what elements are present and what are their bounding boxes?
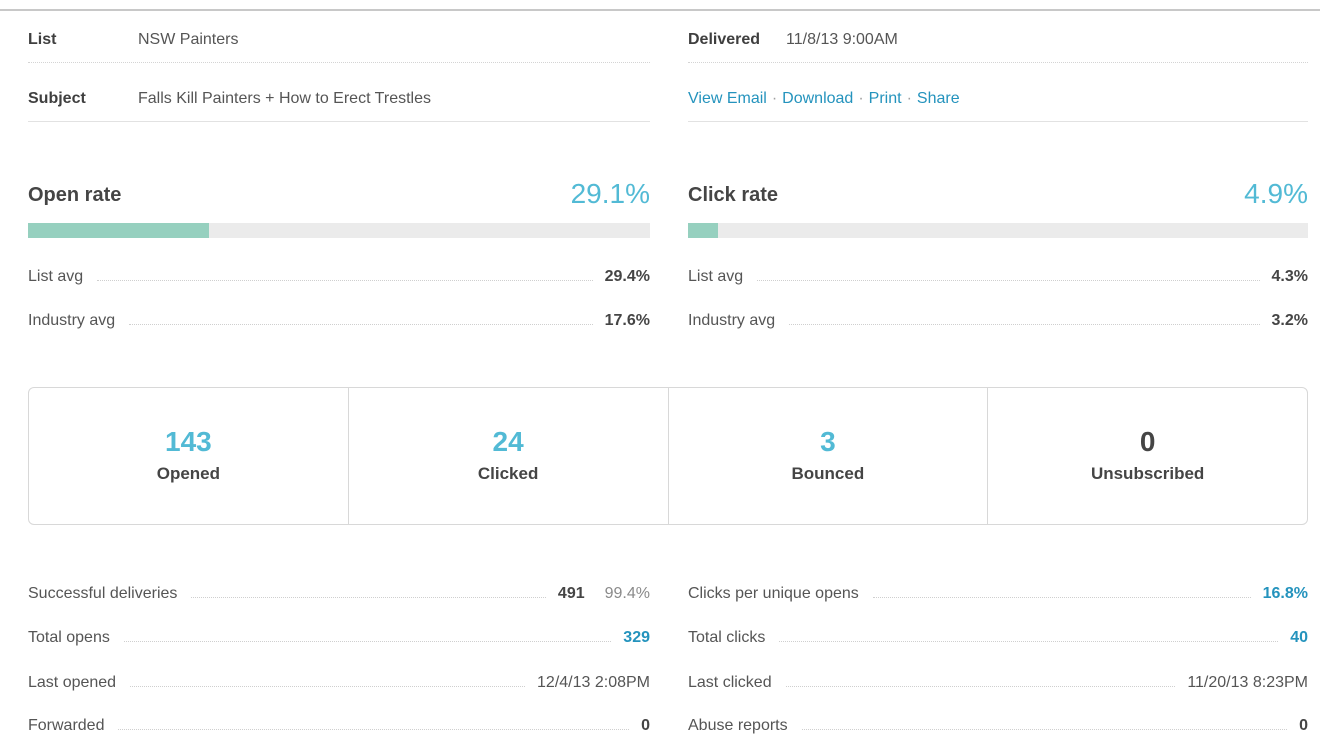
successful-deliveries-row: Successful deliveries 491 99.4% [28,584,650,604]
last-opened-label: Last opened [28,674,117,691]
leader-dots [118,728,630,730]
total-opens-row: Total opens 329 [28,628,650,648]
click-industry-avg-value: 3.2% [1271,312,1308,329]
leader-dots [757,279,1260,281]
leader-dots [123,640,612,642]
share-link[interactable]: Share [917,90,960,108]
open-list-avg-value: 29.4% [604,268,650,285]
click-industry-avg-row: Industry avg 3.2% [688,311,1308,331]
open-rate-title: Open rate [28,184,122,206]
open-industry-avg-row: Industry avg 17.6% [28,311,650,331]
click-rate-bar [688,223,1308,238]
open-rate-value: 29.1% [570,178,650,209]
open-rate-bar [28,223,650,238]
last-opened-row: Last opened 12/4/13 2:08PM [28,673,650,693]
subject-row: Subject Falls Kill Painters + How to Ere… [28,77,650,122]
opened-stat[interactable]: 143 Opened [29,388,348,524]
summary-stats-panel: 143 Opened 24 Clicked 3 Bounced 0 Unsubs… [28,387,1308,525]
leader-dots [130,685,526,687]
link-separator: · [858,90,864,107]
delivered-value: 11/8/13 9:00AM [786,31,898,48]
leader-dots [789,323,1260,325]
link-separator: · [906,90,912,107]
click-list-avg-row: List avg 4.3% [688,267,1308,287]
open-industry-avg-label: Industry avg [28,312,116,329]
last-clicked-label: Last clicked [688,674,772,691]
abuse-reports-label: Abuse reports [688,717,788,734]
view-email-link[interactable]: View Email [688,90,767,108]
forwarded-value: 0 [641,717,650,734]
abuse-reports-row: Abuse reports 0 [688,716,1308,736]
total-clicks-row: Total clicks 40 [688,628,1308,648]
print-link[interactable]: Print [869,90,902,108]
subject-value: Falls Kill Painters + How to Erect Trest… [138,90,431,107]
forwarded-row: Forwarded 0 [28,716,650,736]
list-value: NSW Painters [138,31,239,48]
clicked-count: 24 [492,426,524,457]
opened-label: Opened [156,464,221,483]
click-industry-avg-label: Industry avg [688,312,776,329]
bounced-count: 3 [820,426,836,457]
successful-deliveries-percent: 99.4% [604,585,650,602]
link-separator: · [771,90,778,107]
last-opened-value: 12/4/13 2:08PM [537,674,650,691]
bounced-label: Bounced [791,464,865,483]
click-list-avg-label: List avg [688,268,744,285]
email-actions-row: View Email · Download · Print · Share [688,77,1308,122]
open-list-avg-row: List avg 29.4% [28,267,650,287]
leader-dots [129,323,593,325]
unsubscribed-stat: 0 Unsubscribed [987,388,1307,524]
delivered-row: Delivered 11/8/13 9:00AM [688,18,1308,63]
unsubscribed-count: 0 [1139,426,1156,457]
leader-dots [872,596,1251,598]
open-list-avg-label: List avg [28,268,84,285]
total-clicks-label: Total clicks [688,629,766,646]
leader-dots [779,640,1279,642]
list-row: List NSW Painters [28,18,650,63]
clicked-stat[interactable]: 24 Clicked [347,388,668,524]
leader-dots [191,596,546,598]
open-rate-bar-fill [28,223,209,238]
opened-count: 143 [165,426,212,457]
click-rate-value: 4.9% [1244,178,1308,209]
leader-dots [801,728,1288,730]
click-rate-bar-fill [688,223,719,238]
clicks-per-unique-value[interactable]: 16.8% [1263,585,1308,603]
total-clicks-value[interactable]: 40 [1290,629,1308,647]
click-rate-title: Click rate [688,184,779,206]
leader-dots [97,279,593,281]
total-opens-value[interactable]: 329 [623,629,650,647]
delivered-label: Delivered [688,31,761,48]
clicks-per-unique-label: Clicks per unique opens [688,585,859,602]
click-list-avg-value: 4.3% [1271,268,1308,285]
successful-deliveries-count: 491 [557,585,585,602]
top-divider [0,9,1320,11]
abuse-reports-value: 0 [1299,717,1308,734]
successful-deliveries-label: Successful deliveries [28,585,178,602]
bounced-stat[interactable]: 3 Bounced [667,388,988,524]
unsubscribed-label: Unsubscribed [1090,464,1205,483]
leader-dots [785,685,1176,687]
download-link[interactable]: Download [782,90,853,108]
last-clicked-row: Last clicked 11/20/13 8:23PM [688,673,1308,693]
last-clicked-value: 11/20/13 8:23PM [1187,674,1308,691]
forwarded-label: Forwarded [28,717,105,734]
list-label: List [28,31,57,48]
open-industry-avg-value: 17.6% [604,312,650,329]
total-opens-label: Total opens [28,629,110,646]
clicked-label: Clicked [477,464,539,483]
clicks-per-unique-row: Clicks per unique opens 16.8% [688,584,1308,604]
subject-label: Subject [28,90,86,107]
